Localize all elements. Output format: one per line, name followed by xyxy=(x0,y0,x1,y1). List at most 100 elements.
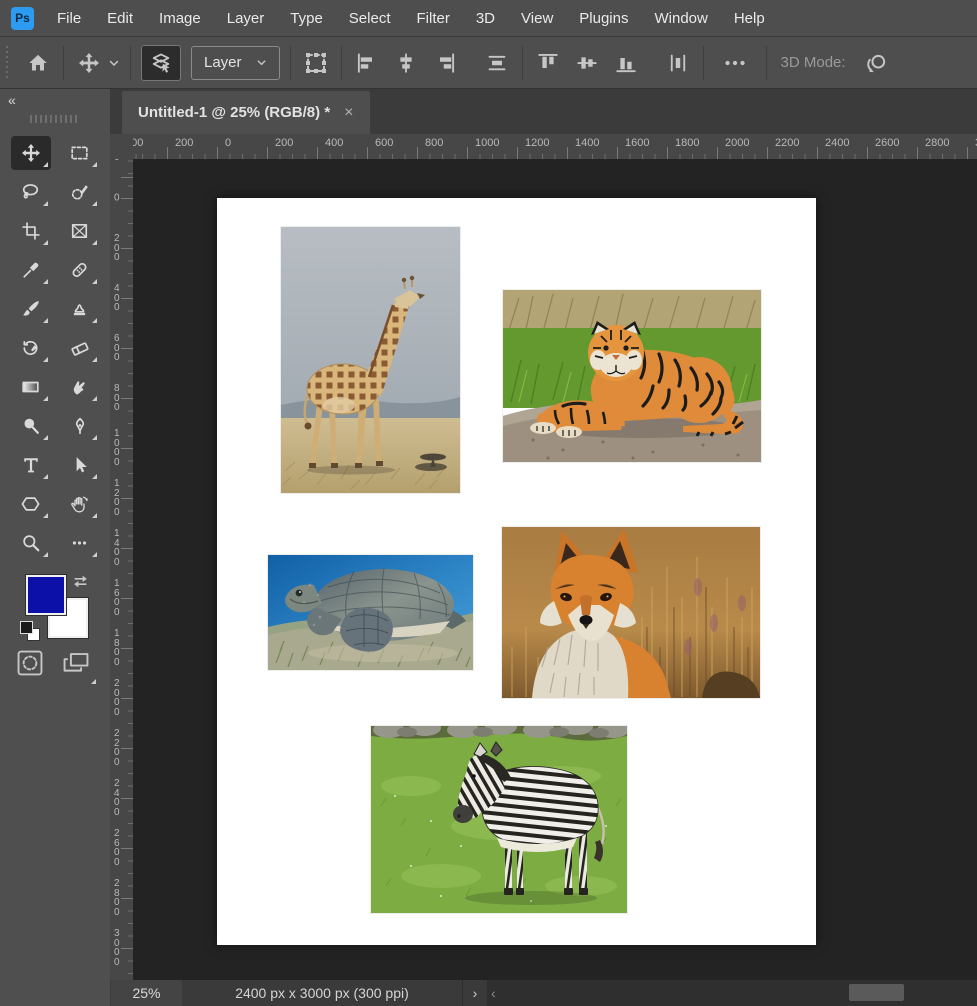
tool-move[interactable] xyxy=(11,136,51,170)
show-transform-controls-toggle[interactable] xyxy=(301,46,331,80)
tool-frame[interactable] xyxy=(60,214,100,248)
horizontal-ruler[interactable]: 4002000200400600800100012001400160018002… xyxy=(133,134,977,160)
tool-smudge[interactable] xyxy=(60,370,100,404)
document-tab-title: Untitled-1 @ 25% (RGB/8) * xyxy=(138,104,330,121)
type-icon xyxy=(22,456,40,474)
move-icon xyxy=(22,144,40,162)
default-colors-icon[interactable] xyxy=(20,621,40,641)
v-ruler-label: 2 4 0 0 xyxy=(114,779,120,817)
zebra-photo[interactable] xyxy=(371,726,627,913)
tool-shape[interactable] xyxy=(11,487,51,521)
align-vertical-centers-icon xyxy=(577,53,597,73)
giraffe-photo[interactable] xyxy=(281,227,460,493)
distribute-horizontal-icon xyxy=(668,53,688,73)
move-tool-icon xyxy=(79,53,99,73)
tiger-photo[interactable] xyxy=(503,290,761,462)
menu-3d[interactable]: 3D xyxy=(463,10,508,27)
tool-path-selection[interactable] xyxy=(60,448,100,482)
tool-lasso[interactable] xyxy=(11,175,51,209)
vertical-ruler[interactable]: 2 0 002 0 04 0 06 0 08 0 01 0 0 01 2 0 0… xyxy=(110,159,134,980)
menu-select[interactable]: Select xyxy=(336,10,404,27)
quick-mask-icon[interactable] xyxy=(16,649,44,677)
close-tab-icon[interactable]: × xyxy=(344,104,353,122)
menu-filter[interactable]: Filter xyxy=(404,10,463,27)
tool-clone-stamp[interactable] xyxy=(60,292,100,326)
tool-type[interactable] xyxy=(11,448,51,482)
distribute-horizontal-button[interactable] xyxy=(663,46,693,80)
chevron-down-icon[interactable] xyxy=(108,57,120,69)
divider xyxy=(522,46,523,80)
align-bottom-button[interactable] xyxy=(611,46,641,80)
scrollbar-thumb[interactable] xyxy=(849,984,904,1001)
v-ruler-label: 8 0 0 xyxy=(114,384,120,413)
divider xyxy=(63,46,64,80)
v-ruler-label: 2 0 0 xyxy=(114,159,120,162)
foreground-color-swatch[interactable] xyxy=(26,575,66,615)
tool-quick-selection[interactable] xyxy=(60,175,100,209)
align-right-button[interactable] xyxy=(430,46,460,80)
menu-view[interactable]: View xyxy=(508,10,566,27)
menu-window[interactable]: Window xyxy=(641,10,720,27)
options-bar-grip[interactable] xyxy=(4,46,9,80)
distribute-vertical-button[interactable] xyxy=(482,46,512,80)
auto-select-target-dropdown[interactable]: Layer xyxy=(191,46,280,80)
h-ruler-label: 2200 xyxy=(775,137,799,149)
tool-eraser[interactable] xyxy=(60,331,100,365)
auto-select-toggle[interactable] xyxy=(141,45,181,81)
v-ruler-label: 2 6 0 0 xyxy=(114,829,120,867)
tool-hand[interactable] xyxy=(60,487,100,521)
auto-select-layers-icon xyxy=(150,52,172,74)
v-ruler-label: 3 0 0 0 xyxy=(114,929,120,967)
3d-orbit-button[interactable] xyxy=(862,46,892,80)
fox-photo[interactable] xyxy=(502,527,760,698)
collapse-panel-button[interactable]: « xyxy=(8,92,15,108)
align-vertical-centers-button[interactable] xyxy=(572,46,602,80)
tool-crop[interactable] xyxy=(11,214,51,248)
tool-history-brush[interactable] xyxy=(11,331,51,365)
tool-dodge[interactable] xyxy=(11,409,51,443)
home-button[interactable] xyxy=(23,46,53,80)
document-tab[interactable]: Untitled-1 @ 25% (RGB/8) * × xyxy=(122,91,370,134)
menu-plugins[interactable]: Plugins xyxy=(566,10,641,27)
marquee-icon xyxy=(70,144,89,162)
tool-rectangular-marquee[interactable] xyxy=(60,136,100,170)
tool-spot-healing-brush[interactable] xyxy=(60,253,100,287)
align-horizontal-centers-button[interactable] xyxy=(391,46,421,80)
cursor-arrow-icon xyxy=(71,456,89,474)
menu-image[interactable]: Image xyxy=(146,10,214,27)
menu-type[interactable]: Type xyxy=(277,10,336,27)
stamp-icon xyxy=(70,300,89,318)
artboard[interactable] xyxy=(217,198,816,945)
brush-icon xyxy=(22,300,40,318)
tool-preset-move-button[interactable] xyxy=(74,46,104,80)
canvas-area[interactable] xyxy=(133,159,977,980)
tool-pen[interactable] xyxy=(60,409,100,443)
tool-panel-grip[interactable] xyxy=(30,115,80,123)
menu-file[interactable]: File xyxy=(44,10,94,27)
tool-zoom[interactable] xyxy=(11,526,51,560)
scroll-left-arrow[interactable]: ‹ xyxy=(491,980,496,1006)
v-ruler-label: 1 0 0 0 xyxy=(114,429,120,467)
h-ruler-label: 400 xyxy=(325,137,343,149)
status-bar-spacer xyxy=(0,980,111,1006)
status-expand-chevron[interactable]: › xyxy=(462,980,487,1006)
swap-colors-icon[interactable] xyxy=(72,573,89,590)
ruler-corner[interactable] xyxy=(110,134,134,160)
tool-eyedropper[interactable] xyxy=(11,253,51,287)
tool-gradient[interactable] xyxy=(11,370,51,404)
menu-edit[interactable]: Edit xyxy=(94,10,146,27)
tool-brush[interactable] xyxy=(11,292,51,326)
align-left-button[interactable] xyxy=(352,46,382,80)
polygon-shape-icon xyxy=(21,495,40,513)
horizontal-scrollbar[interactable]: ‹ xyxy=(487,980,977,1006)
menu-layer[interactable]: Layer xyxy=(214,10,278,27)
menu-help[interactable]: Help xyxy=(721,10,778,27)
sea-turtle-photo[interactable] xyxy=(268,555,473,670)
align-more-options-button[interactable] xyxy=(720,46,750,80)
bandage-icon xyxy=(70,261,89,279)
screen-mode-icon[interactable] xyxy=(60,649,92,682)
tool-edit-toolbar[interactable] xyxy=(60,526,100,560)
zoom-level-field[interactable]: 25% xyxy=(111,980,182,1006)
align-top-button[interactable] xyxy=(533,46,563,80)
chevron-down-icon xyxy=(256,57,267,68)
